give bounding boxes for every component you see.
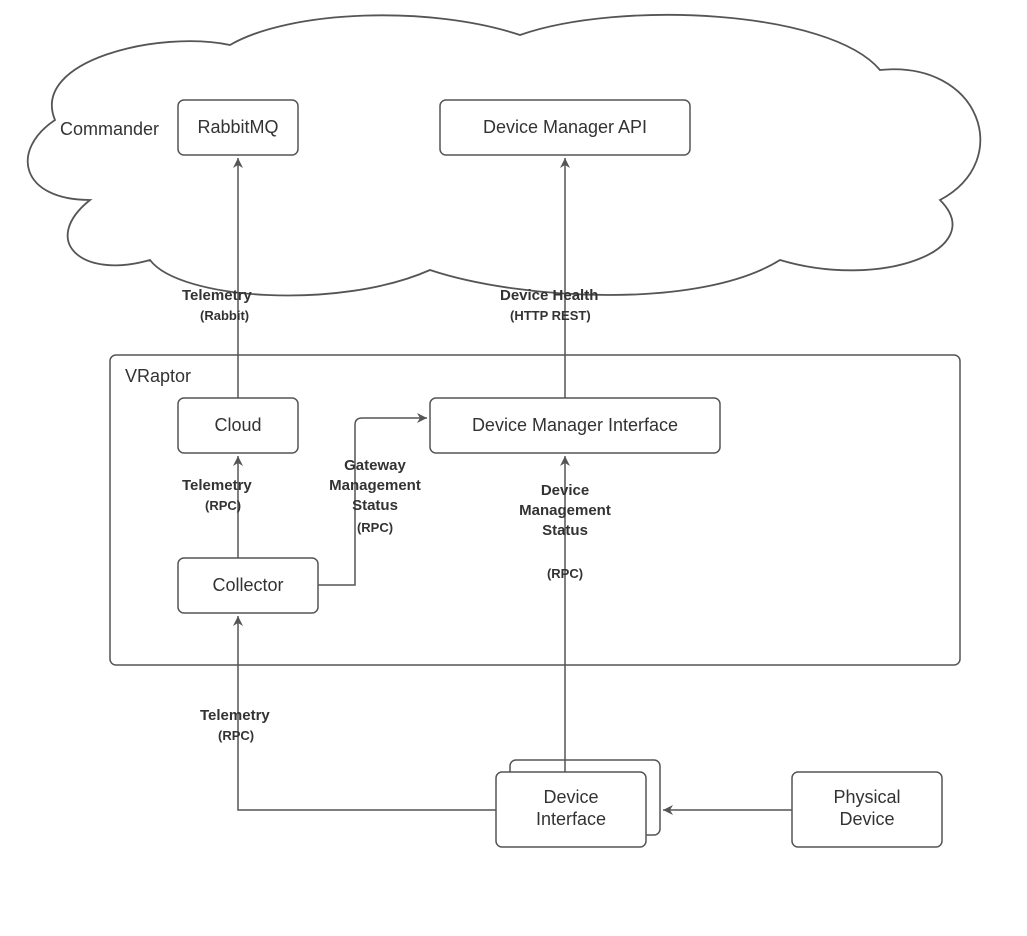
edge-device-health-sub: (HTTP REST) bbox=[510, 308, 591, 323]
edge-gateway-mgmt-l2: Management bbox=[329, 477, 421, 494]
edge-telemetry-rabbit-title: Telemetry bbox=[182, 287, 252, 304]
device-manager-api-label: Device Manager API bbox=[483, 117, 647, 137]
edge-gateway-mgmt-l1: Gateway bbox=[344, 457, 406, 474]
edge-telemetry-rpc2-title: Telemetry bbox=[200, 707, 270, 724]
collector-label: Collector bbox=[212, 575, 283, 595]
edge-gateway-mgmt-sub: (RPC) bbox=[357, 520, 393, 535]
device-interface-label-1: Device bbox=[543, 787, 598, 807]
device-interface-label-2: Interface bbox=[536, 809, 606, 829]
edge-di-to-collector bbox=[238, 616, 496, 810]
edge-device-mgmt-l1: Device bbox=[541, 482, 589, 499]
edge-gateway-mgmt-l3: Status bbox=[352, 497, 398, 514]
edge-device-mgmt-l3: Status bbox=[542, 522, 588, 539]
edge-telemetry-rpc2-sub: (RPC) bbox=[218, 728, 254, 743]
edge-device-health-title: Device Health bbox=[500, 287, 598, 304]
edge-telemetry-rabbit-sub: (Rabbit) bbox=[200, 308, 249, 323]
edge-device-mgmt-l2: Management bbox=[519, 502, 611, 519]
cloud-node-label: Cloud bbox=[214, 415, 261, 435]
physical-device-label-1: Physical bbox=[833, 787, 900, 807]
physical-device-label-2: Device bbox=[839, 809, 894, 829]
edge-telemetry-rpc1-title: Telemetry bbox=[182, 477, 252, 494]
rabbitmq-label: RabbitMQ bbox=[197, 117, 278, 137]
edge-device-mgmt-sub: (RPC) bbox=[547, 566, 583, 581]
device-manager-interface-label: Device Manager Interface bbox=[472, 415, 678, 435]
vraptor-label: VRaptor bbox=[125, 366, 191, 386]
edge-telemetry-rpc1-sub: (RPC) bbox=[205, 498, 241, 513]
commander-label: Commander bbox=[60, 119, 159, 139]
